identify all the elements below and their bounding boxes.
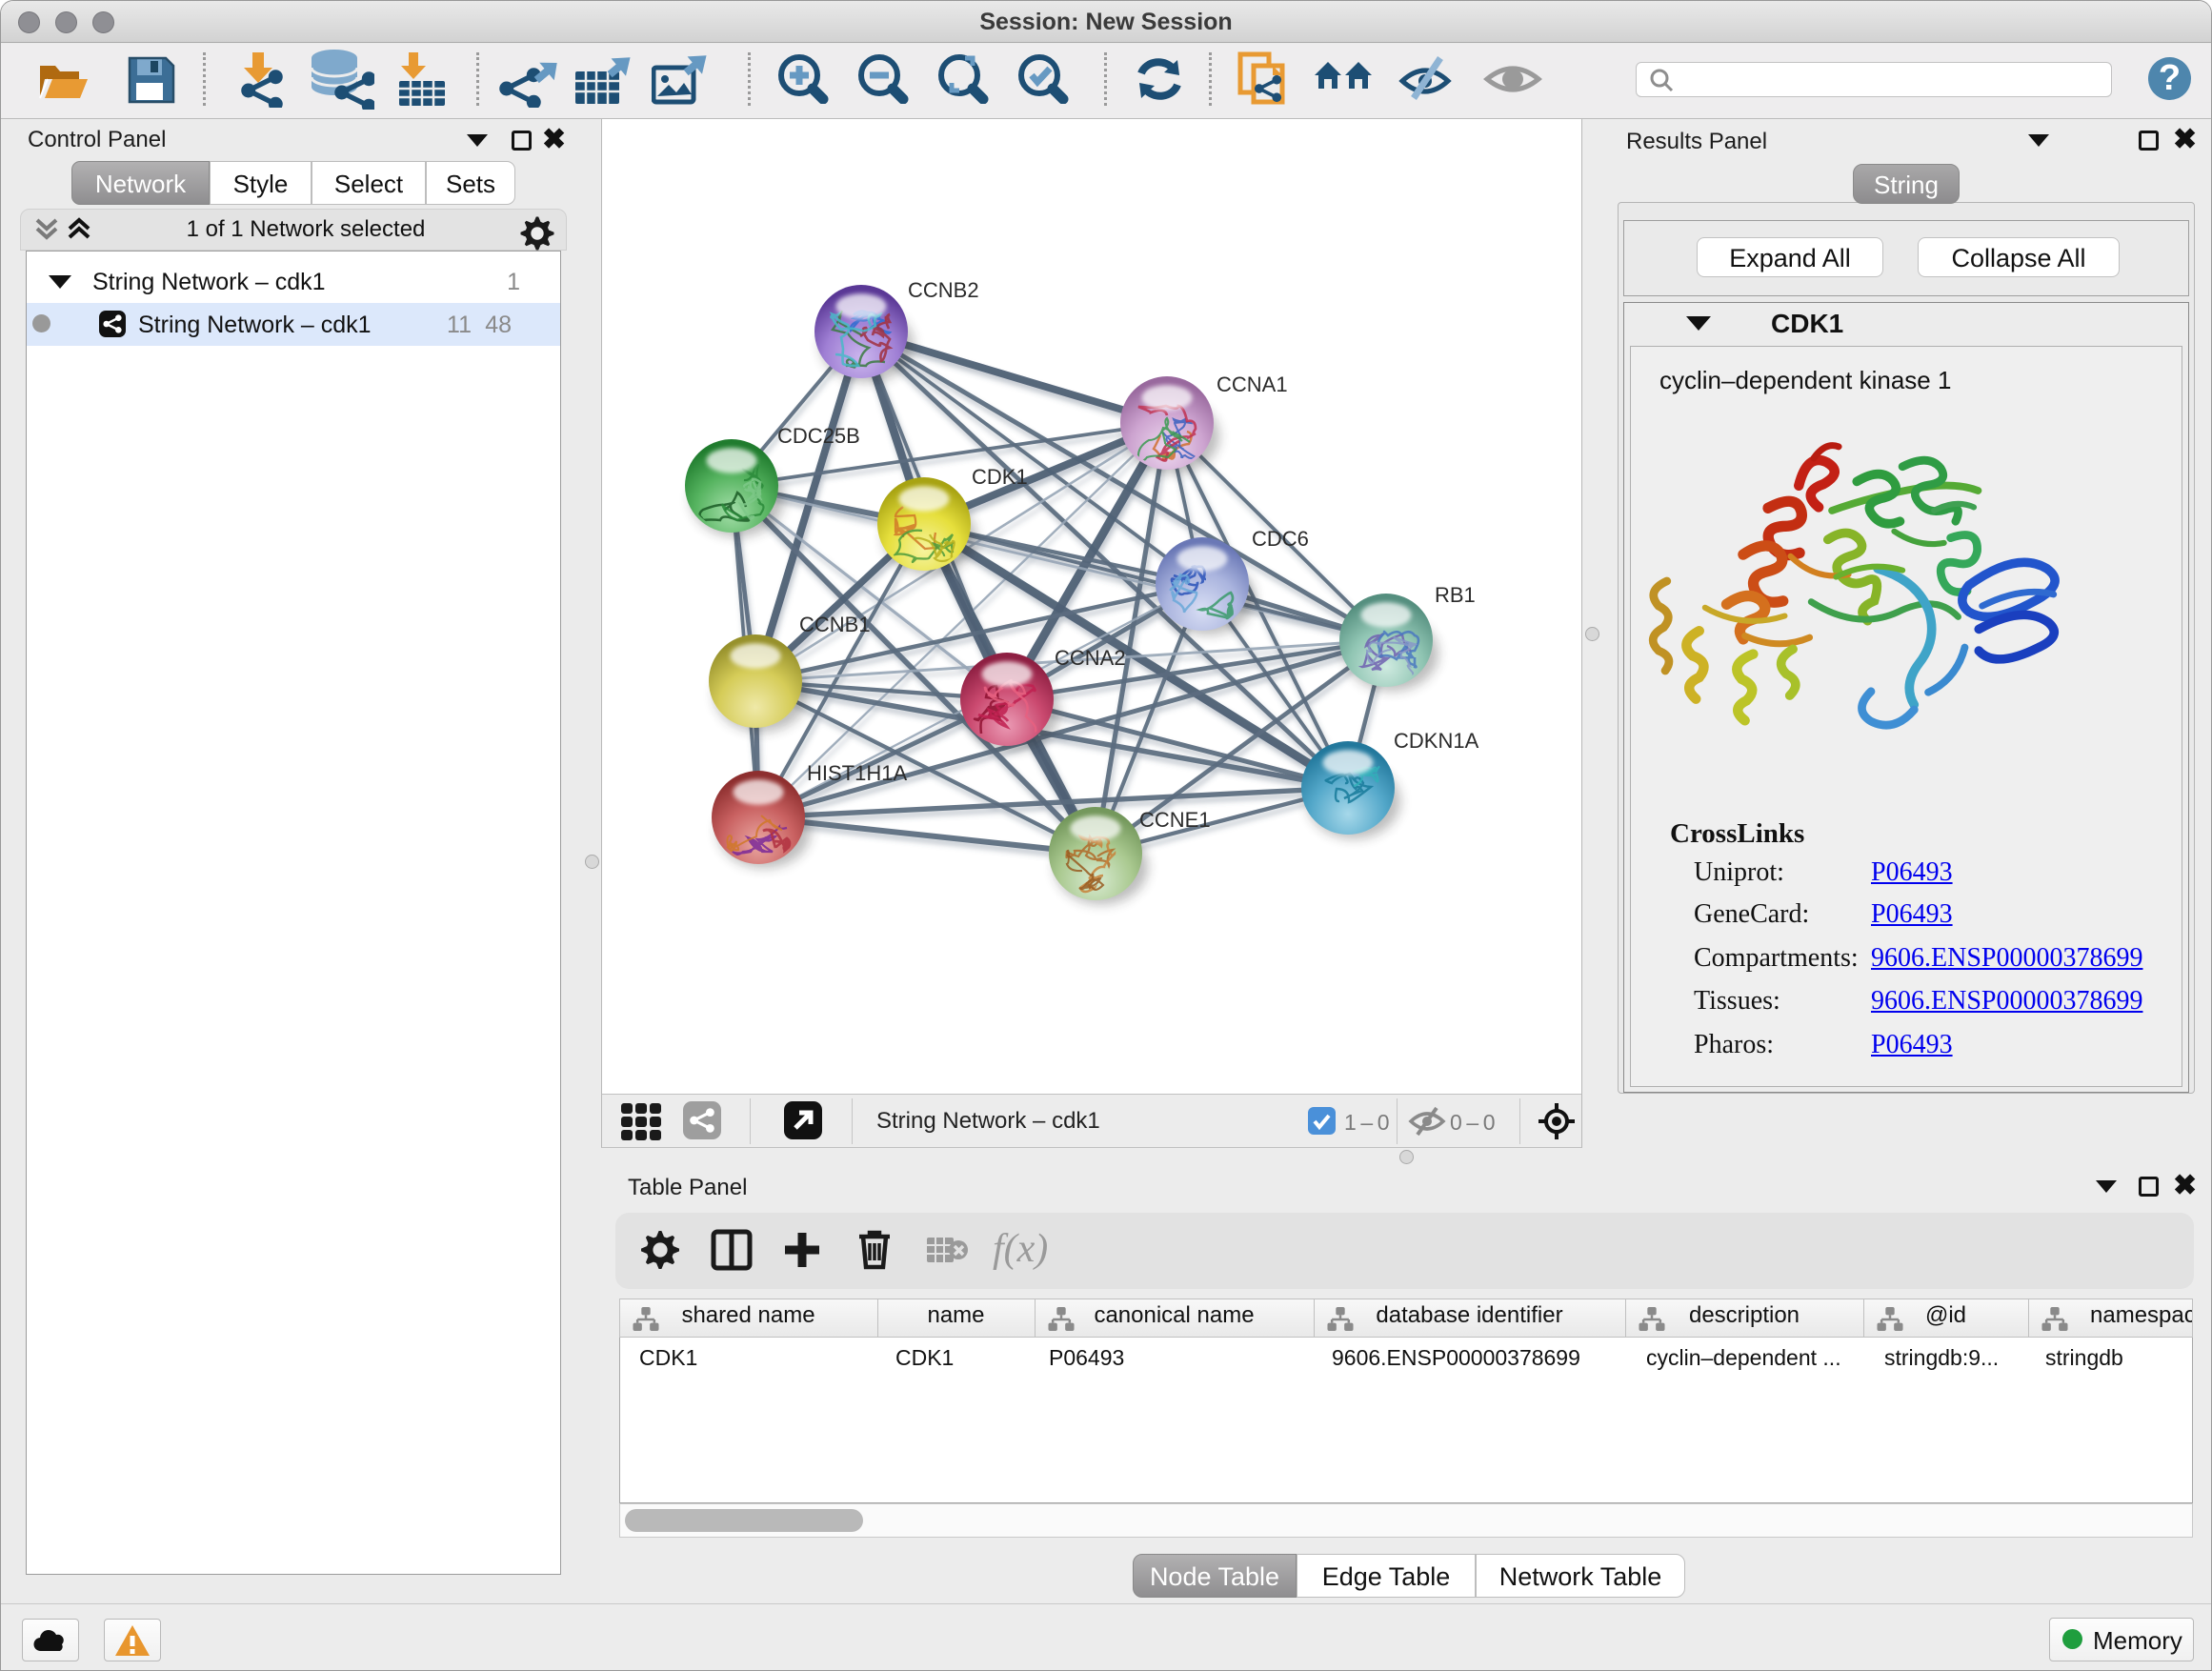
svg-text:CDK1: CDK1 <box>972 465 1028 489</box>
svg-text:CDKN1A: CDKN1A <box>1394 729 1479 753</box>
svg-text:CCNA2: CCNA2 <box>1055 646 1126 670</box>
svg-text:CDC25B: CDC25B <box>777 424 860 448</box>
svg-text:CCNB1: CCNB1 <box>799 613 871 636</box>
svg-text:CCNB2: CCNB2 <box>908 278 979 302</box>
svg-text:CCNE1: CCNE1 <box>1139 808 1211 832</box>
svg-text:CDC6: CDC6 <box>1252 527 1309 551</box>
svg-text:HIST1H1A: HIST1H1A <box>807 761 907 785</box>
svg-text:CCNA1: CCNA1 <box>1217 372 1288 396</box>
svg-text:RB1: RB1 <box>1435 583 1476 607</box>
